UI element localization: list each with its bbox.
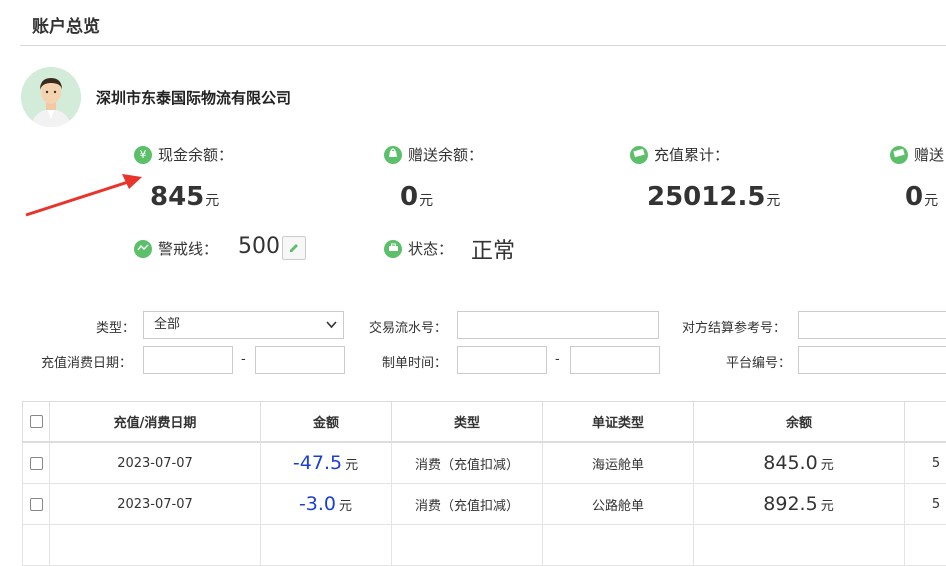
edit-alert-button[interactable] bbox=[282, 236, 306, 260]
platform-label: 平台编号： bbox=[726, 352, 791, 371]
alert-line-value: 500 bbox=[238, 234, 280, 259]
row-date: 2023-07-07 bbox=[50, 442, 261, 484]
gift-total-label: 赠送 bbox=[890, 144, 944, 165]
cash-balance-value: 845元 bbox=[150, 182, 219, 212]
red-arrow-icon bbox=[20, 170, 150, 220]
title-divider bbox=[20, 45, 946, 46]
row-doc-type: 公路舱单 bbox=[543, 484, 694, 525]
recharge-total-value: 25012.5元 bbox=[647, 182, 780, 212]
bag-icon bbox=[384, 146, 402, 164]
cash-balance-label: ¥ 现金余额： bbox=[134, 144, 233, 165]
row-extra: 5 bbox=[905, 484, 946, 525]
pencil-icon bbox=[288, 242, 300, 254]
select-all-checkbox[interactable] bbox=[30, 415, 43, 428]
row-extra: 5 bbox=[905, 442, 946, 484]
row-balance: 845.0元 bbox=[694, 442, 905, 484]
wave-icon bbox=[134, 240, 152, 258]
avatar bbox=[21, 67, 81, 127]
make-time-start-input[interactable] bbox=[457, 346, 547, 374]
date-range-dash: - bbox=[241, 352, 246, 367]
type-filter-label: 类型： bbox=[96, 317, 135, 336]
row-amount: -3.0元 bbox=[261, 484, 392, 525]
money-icon bbox=[630, 146, 648, 164]
avatar-icon bbox=[21, 67, 81, 127]
company-name: 深圳市东泰国际物流有限公司 bbox=[96, 87, 291, 108]
column-header-date[interactable]: 充值/消费日期 bbox=[50, 402, 261, 443]
chevron-down-icon bbox=[326, 312, 337, 347]
briefcase-icon bbox=[384, 240, 402, 258]
status-label: 状态： bbox=[384, 238, 453, 259]
gift-balance-label: 赠送余额： bbox=[384, 144, 483, 165]
type-select[interactable]: 全部 bbox=[143, 311, 344, 339]
page-title: 账户总览 bbox=[32, 12, 100, 37]
recharge-total-label: 充值累计： bbox=[630, 144, 729, 165]
table-row[interactable]: 2023-07-07 -47.5元 消费（充值扣减） 海运舱单 845.0元 5 bbox=[23, 442, 946, 484]
row-checkbox[interactable] bbox=[30, 457, 43, 470]
transactions-table: 充值/消费日期 金额 类型 单证类型 余额 2023-07-07 -47.5元 … bbox=[22, 401, 946, 566]
date-start-input[interactable] bbox=[143, 346, 233, 374]
serial-input[interactable] bbox=[457, 311, 659, 339]
table-row[interactable] bbox=[23, 525, 946, 566]
date-end-input[interactable] bbox=[255, 346, 345, 374]
make-time-label: 制单时间： bbox=[382, 352, 447, 371]
column-header-doc-type[interactable]: 单证类型 bbox=[543, 402, 694, 443]
table-header-row: 充值/消费日期 金额 类型 单证类型 余额 bbox=[23, 402, 946, 443]
serial-label: 交易流水号： bbox=[369, 317, 447, 336]
status-value: 正常 bbox=[471, 233, 515, 265]
counter-ref-input[interactable] bbox=[798, 311, 946, 339]
row-date: 2023-07-07 bbox=[50, 484, 261, 525]
counter-ref-label: 对方结算参考号： bbox=[682, 317, 786, 336]
platform-input[interactable] bbox=[798, 346, 946, 374]
column-header-balance[interactable]: 余额 bbox=[694, 402, 905, 443]
yen-icon: ¥ bbox=[134, 146, 152, 164]
row-amount: -47.5元 bbox=[261, 442, 392, 484]
row-balance: 892.5元 bbox=[694, 484, 905, 525]
gift-card-icon bbox=[890, 146, 908, 164]
row-checkbox[interactable] bbox=[30, 498, 43, 511]
row-type: 消费（充值扣减） bbox=[392, 442, 543, 484]
make-time-range-dash: - bbox=[555, 352, 560, 367]
column-header-extra bbox=[905, 402, 946, 443]
row-doc-type: 海运舱单 bbox=[543, 442, 694, 484]
make-time-end-input[interactable] bbox=[570, 346, 660, 374]
alert-line-label: 警戒线： bbox=[134, 238, 218, 259]
select-all-cell[interactable] bbox=[23, 402, 50, 443]
column-header-amount[interactable]: 金额 bbox=[261, 402, 392, 443]
gift-balance-value: 0元 bbox=[400, 182, 433, 212]
table-row[interactable]: 2023-07-07 -3.0元 消费（充值扣减） 公路舱单 892.5元 5 bbox=[23, 484, 946, 525]
date-filter-label: 充值消费日期： bbox=[41, 352, 132, 371]
gift-total-value: 0元 bbox=[905, 182, 938, 212]
column-header-type[interactable]: 类型 bbox=[392, 402, 543, 443]
row-type: 消费（充值扣减） bbox=[392, 484, 543, 525]
